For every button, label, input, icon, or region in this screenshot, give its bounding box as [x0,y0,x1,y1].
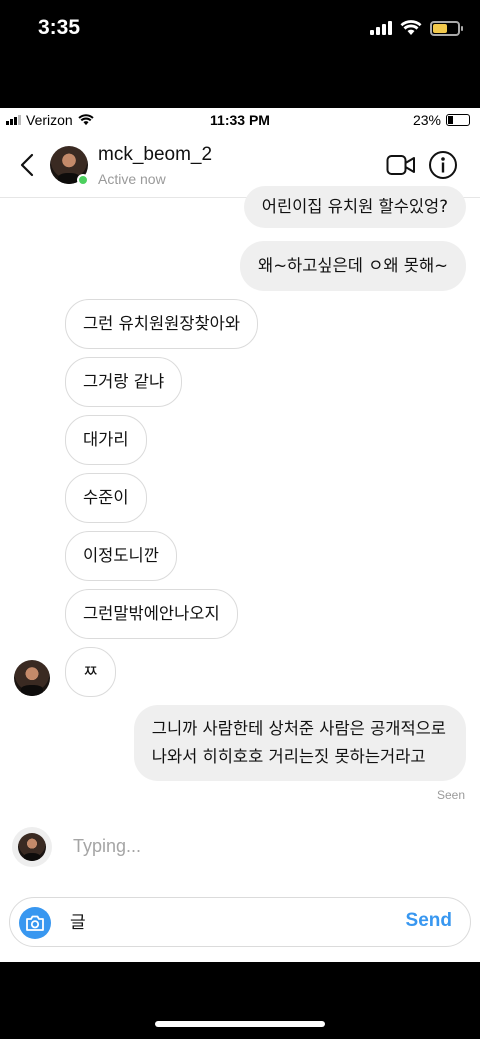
screenshot-content: Verizon 11:33 PM 23% mck_beom_2 Active n… [0,108,480,962]
info-icon [429,151,457,179]
message-bubble-incoming[interactable]: 대가리 [65,415,147,465]
message-text: 그런 유치원원장찾아와 [83,314,241,333]
video-call-button[interactable] [386,153,416,181]
device-status-icons [370,20,463,36]
typing-indicator: Typing... [73,836,142,856]
inner-status-bar: Verizon 11:33 PM 23% [0,108,480,134]
info-button[interactable] [428,150,458,184]
device-status-bar: 3:35 [0,0,480,108]
message-bubble-incoming[interactable]: 그거랑 같냐 [65,357,183,407]
message-text: 그거랑 같냐 [83,372,165,391]
wifi-icon [400,20,422,35]
message-bubble-outgoing[interactable]: 그니까 사람한테 상처준 사람은 공개적으로 나와서 히히호호 거리는짓 못하는… [133,705,466,781]
typing-avatar-container [12,827,52,867]
video-camera-icon [386,155,415,175]
message-text: 대가리 [83,430,129,449]
message-bubble-incoming[interactable]: 그런말밖에안나오지 [65,589,238,639]
message-text: 어린이집 유치원 할수있엉? [261,197,448,216]
message-text: 수준이 [83,488,129,507]
send-button[interactable]: Send [406,910,452,932]
message-bubble-incoming[interactable]: 이정도니깐 [65,531,177,581]
message-text: ㅉ [83,662,99,681]
contact-activity-status: Active now [98,171,166,187]
message-text: 왜~하고싶은데 ㅇ왜 못해~ [258,256,448,275]
message-input[interactable] [70,910,390,930]
message-bubble-incoming[interactable]: ㅉ [65,647,117,697]
inner-battery-group: 23% [413,112,470,128]
inner-battery-icon [446,114,470,126]
message-bubble-incoming[interactable]: 그런 유치원원장찾아와 [65,299,259,349]
message-bubble-outgoing[interactable]: 왜~하고싶은데 ㅇ왜 못해~ [240,241,466,291]
device-battery-icon [430,20,463,36]
message-bubble-outgoing[interactable]: 어린이집 유치원 할수있엉? [243,186,466,228]
device-time: 3:35 [38,16,81,39]
back-button[interactable] [14,149,40,181]
message-bubble-incoming[interactable]: 수준이 [65,473,147,523]
home-indicator[interactable] [155,1021,325,1027]
camera-icon [26,915,44,931]
message-text-line: 그니까 사람한테 상처준 사람은 공개적으로 [151,719,446,738]
online-indicator [77,174,89,186]
inner-time: 11:33 PM [210,112,270,128]
message-text: 이정도니깐 [83,546,159,565]
seen-receipt: Seen [436,788,465,802]
message-text: 그런말밖에안나오지 [83,604,220,623]
chevron-left-icon [20,153,34,177]
contact-username[interactable]: mck_beom_2 [98,144,212,166]
cellular-signal-icon [370,21,392,35]
sender-avatar[interactable] [14,660,50,696]
message-text-line: 나와서 히히호호 거리는짓 못하는거라고 [151,747,426,766]
camera-button[interactable] [19,907,51,939]
battery-percent: 23% [412,112,441,128]
typing-avatar [18,833,46,861]
message-composer: Send [9,897,471,947]
